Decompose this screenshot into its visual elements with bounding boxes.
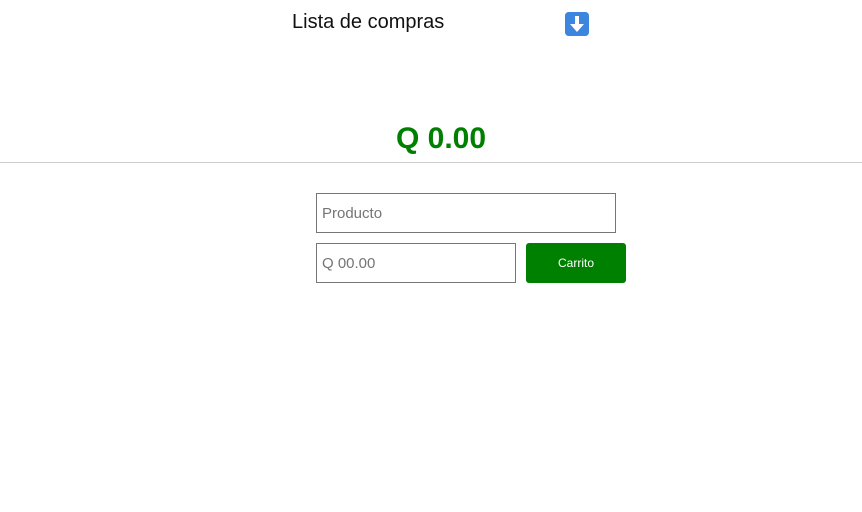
product-input[interactable] (316, 193, 616, 233)
down-arrow-icon (565, 12, 589, 36)
page-title: Lista de compras (292, 11, 445, 33)
total-amount: Q 0.00 (395, 122, 487, 155)
shopping-list-page: Lista de compras Q 0.00 Carrito (0, 0, 862, 512)
price-input[interactable] (316, 243, 516, 283)
toggle-list-button[interactable] (565, 12, 589, 36)
divider (0, 162, 862, 163)
add-to-cart-button[interactable]: Carrito (526, 243, 626, 283)
